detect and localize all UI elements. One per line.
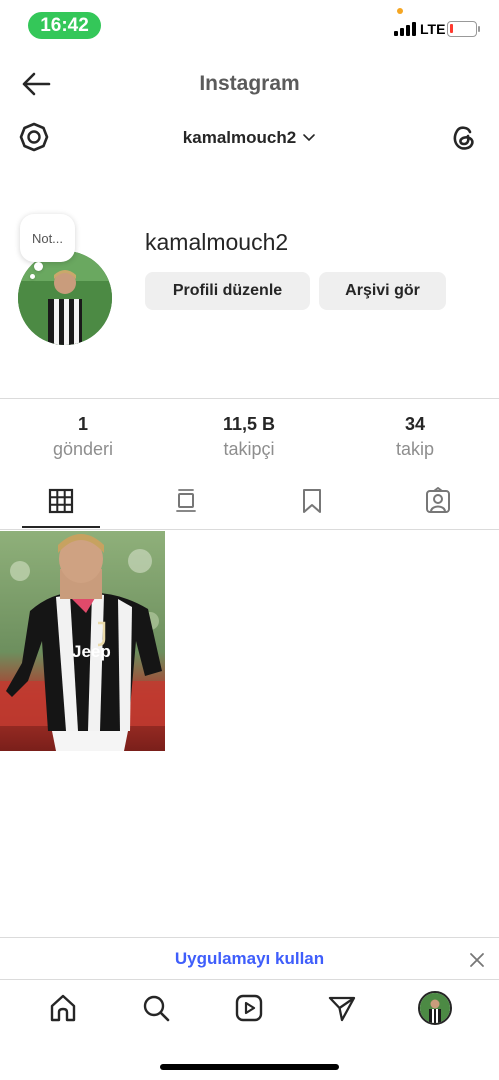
direct-icon [328, 996, 356, 1022]
nav-search[interactable] [139, 991, 173, 1025]
account-switcher[interactable]: kamalmouch2 [0, 128, 499, 148]
tab-saved[interactable] [292, 483, 332, 519]
header-username: kamalmouch2 [182, 128, 297, 147]
divider [0, 979, 499, 980]
stat-following-label: takip [395, 439, 435, 459]
chevron-down-icon [303, 134, 315, 142]
search-icon [143, 995, 170, 1022]
home-icon [50, 994, 76, 1022]
profile-username: kamalmouch2 [145, 229, 289, 255]
stat-posts-value: 1 [77, 414, 88, 434]
nav-profile-avatar[interactable] [418, 991, 452, 1025]
network-label: LTE [420, 21, 446, 37]
signal-icon [394, 22, 416, 36]
close-icon [470, 953, 484, 967]
post-thumbnail[interactable]: Jeep [0, 531, 165, 751]
threads-button[interactable] [448, 121, 480, 153]
status-time: 16:42 [28, 12, 101, 39]
nav-direct[interactable] [325, 991, 359, 1025]
app-title: Instagram [199, 72, 300, 95]
profile-avatar[interactable] [18, 251, 112, 345]
battery-icon [447, 21, 480, 37]
stat-followers-value: 11,5 B [222, 414, 276, 434]
tagged-icon [426, 487, 450, 513]
use-app-link[interactable]: Uygulamayı kullan [0, 949, 499, 969]
nav-home[interactable] [46, 991, 80, 1025]
status-bar: 16:42 LTE [0, 0, 499, 50]
nav-reels[interactable] [232, 991, 266, 1025]
home-indicator [160, 1064, 339, 1070]
close-banner-button[interactable] [466, 949, 488, 971]
divider [0, 937, 499, 938]
stat-posts: 1 gönderi [18, 414, 148, 460]
stat-following[interactable]: 34 takip [350, 414, 480, 460]
mic-indicator-icon [397, 8, 403, 14]
active-tab-indicator [22, 526, 100, 528]
tab-posts-grid[interactable] [41, 483, 81, 519]
stat-following-value: 34 [404, 414, 426, 434]
stat-posts-label: gönderi [52, 439, 114, 459]
note-bubble[interactable]: Not... [20, 214, 75, 262]
edit-profile-button[interactable]: Profili düzenle [145, 272, 310, 310]
reels-icon [235, 994, 263, 1022]
threads-icon [453, 126, 474, 150]
stat-followers-label: takipçi [223, 439, 275, 459]
svg-text:Jeep: Jeep [72, 642, 111, 661]
grid-icon [48, 488, 74, 514]
tab-feed[interactable] [166, 483, 206, 519]
divider [0, 398, 499, 399]
tab-tagged[interactable] [418, 483, 458, 519]
feed-icon [176, 489, 196, 512]
divider [0, 529, 499, 530]
saved-icon [303, 489, 321, 513]
stat-followers[interactable]: 11,5 B takipçi [184, 414, 314, 460]
view-archive-button[interactable]: Arşivi gör [319, 272, 446, 310]
